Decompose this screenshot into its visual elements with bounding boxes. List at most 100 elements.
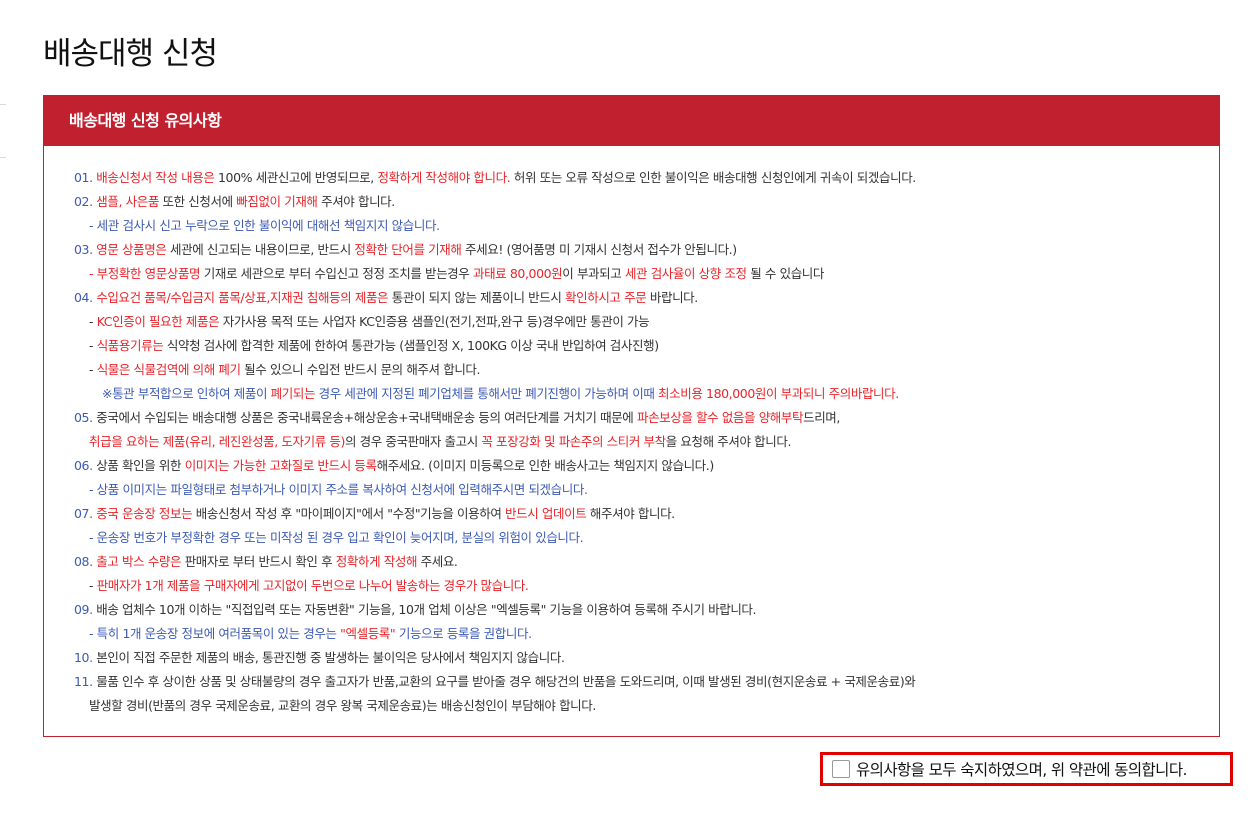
notice-text: 발생할 경비(반품의 경우 국제운송료, 교환의 경우 왕복 국제운송료)는 배… <box>89 698 596 713</box>
notice-text: 식약청 검사에 합격한 제품에 한하여 통관가능 (샘플인정 X, 100KG … <box>163 338 659 353</box>
notice-item-07-sub: - 운송장 번호가 부정확한 경우 또는 미작성 된 경우 입고 확인이 늦어지… <box>74 526 1219 550</box>
notice-text: 확인하시고 주문 <box>565 290 647 305</box>
notice-text: 과태료 80,000원 <box>472 266 563 281</box>
notice-text: - <box>89 578 97 593</box>
notice-item-06: 06. 상품 확인을 위한 이미지는 가능한 고화질로 반드시 등록해주세요. … <box>74 454 1219 478</box>
notice-text: 정확한 단어를 기재해 <box>354 242 462 257</box>
agree-label[interactable]: 유의사항을 모두 숙지하였으며, 위 약관에 동의합니다. <box>856 758 1187 780</box>
notice-text: 주세요. <box>417 554 458 569</box>
notice-text: - <box>89 362 97 377</box>
notice-text: 중국 운송장 정보는 <box>96 506 193 521</box>
notice-header: 배송대행 신청 유의사항 <box>44 96 1219 146</box>
notice-text: 의 경우 중국판매자 출고시 <box>344 434 482 449</box>
item-number: 09. <box>74 602 93 617</box>
notice-text: 식품용기류는 <box>96 338 164 353</box>
item-number: 08. <box>74 554 93 569</box>
item-number: 05. <box>74 410 93 425</box>
notice-item-04-sub2: - 식품용기류는 식약청 검사에 합격한 제품에 한하여 통관가능 (샘플인정 … <box>74 334 1219 358</box>
notice-text: "엑셀등록" <box>340 626 396 641</box>
notice-text: 영문 상품명은 <box>96 242 167 257</box>
notice-item-09-sub: - 특히 1개 운송장 정보에 여러품목이 있는 경우는 "엑셀등록" 기능으로… <box>74 622 1219 646</box>
notice-text: - 특히 1개 운송장 정보에 여러품목이 있는 경우는 <box>89 626 341 641</box>
notice-item-11-sub: 발생할 경비(반품의 경우 국제운송료, 교환의 경우 왕복 국제운송료)는 배… <box>74 694 1219 718</box>
notice-text: 경우 세관에 지정된 폐기업체를 통해서만 폐기진행이 가능하며 이때 <box>315 386 659 401</box>
item-number: 07. <box>74 506 93 521</box>
left-divider-mark <box>0 157 6 158</box>
notice-item-07: 07. 중국 운송장 정보는 배송신청서 작성 후 "마이페이지"에서 "수정"… <box>74 502 1219 526</box>
notice-text: 최소비용 180,000원이 부과되니 주의바랍니다. <box>658 386 899 401</box>
notice-text: 해주세요. (이미지 미등록으로 인한 배송사고는 책임지지 않습니다.) <box>376 458 715 473</box>
notice-text: - 세관 검사시 신고 누락으로 인한 불이익에 대해선 책임지지 않습니다. <box>89 218 440 233</box>
item-number: 11. <box>74 674 93 689</box>
notice-text: - 상품 이미지는 파일형태로 첨부하거나 이미지 주소를 복사하여 신청서에 … <box>89 482 588 497</box>
item-number: 03. <box>74 242 93 257</box>
notice-text: 판매자로 부터 반드시 확인 후 <box>181 554 336 569</box>
notice-text: - 부정확한 영문상품명 <box>89 266 201 281</box>
notice-item-08: 08. 출고 박스 수량은 판매자로 부터 반드시 확인 후 정확하게 작성해 … <box>74 550 1219 574</box>
notice-text: 이미지는 가능한 고화질로 반드시 등록 <box>184 458 377 473</box>
notice-item-06-sub: - 상품 이미지는 파일형태로 첨부하거나 이미지 주소를 복사하여 신청서에 … <box>74 478 1219 502</box>
notice-text: 통관이 되지 않는 제품이니 반드시 <box>388 290 566 305</box>
notice-item-09: 09. 배송 업체수 10개 이하는 "직접입력 또는 자동변환" 기능을, 1… <box>74 598 1219 622</box>
notice-text: 100% 세관신고에 반영되므로, <box>214 170 378 185</box>
notice-text: 이 부과되고 <box>562 266 625 281</box>
notice-text: 본인이 직접 주문한 제품의 배송, 통관진행 중 발생하는 불이익은 당사에서… <box>92 650 565 665</box>
notice-text: 물품 인수 후 상이한 상품 및 상태불량의 경우 출고자가 반품,교환의 요구… <box>92 674 916 689</box>
notice-text: 꼭 포장강화 및 파손주의 스티커 부착 <box>481 434 666 449</box>
agree-checkbox[interactable] <box>832 760 850 778</box>
notice-item-02: 02. 샘플, 사은품 또한 신청서에 빠짐없이 기재해 주셔야 합니다. <box>74 190 1219 214</box>
notice-text: 폐기되는 <box>270 386 316 401</box>
notice-item-03-sub: - 부정확한 영문상품명 기재로 세관으로 부터 수입신고 정정 조치를 받는경… <box>74 262 1219 286</box>
notice-text: 중국에서 수입되는 배송대행 상품은 중국내륙운송+해상운송+국내택배운송 등의… <box>92 410 637 425</box>
notice-text: 샘플, 사은품 <box>96 194 159 209</box>
notice-text: 주세요! (영어품명 미 기재시 신청서 접수가 안됩니다.) <box>461 242 737 257</box>
notice-item-04-sub1: - KC인증이 필요한 제품은 자가사용 목적 또는 사업자 KC인증용 샘플인… <box>74 310 1219 334</box>
notice-text: 정확하게 작성해야 합니다. <box>377 170 511 185</box>
notice-text: 상품 확인을 위한 <box>92 458 185 473</box>
notice-text: 을 요청해 주셔야 합니다. <box>665 434 792 449</box>
notice-text: 빠짐없이 기재해 <box>236 194 318 209</box>
notice-text: 바랍니다. <box>646 290 698 305</box>
item-number: 06. <box>74 458 93 473</box>
item-number: 02. <box>74 194 93 209</box>
item-number: 10. <box>74 650 93 665</box>
notice-text: KC인증이 필요한 제품은 <box>96 314 220 329</box>
notice-panel: 배송대행 신청 유의사항 01. 배송신청서 작성 내용은 100% 세관신고에… <box>43 95 1220 737</box>
notice-text: 수입요건 품목/수입금지 품목/상표,지재권 침해등의 제품은 <box>96 290 389 305</box>
notice-text: - <box>89 314 97 329</box>
notice-item-01: 01. 배송신청서 작성 내용은 100% 세관신고에 반영되므로, 정확하게 … <box>74 166 1219 190</box>
notice-item-04-sub4: ※통관 부적합으로 인하여 제품이 폐기되는 경우 세관에 지정된 폐기업체를 … <box>74 382 1219 406</box>
notice-text: 배송신청서 작성 후 "마이페이지"에서 "수정"기능을 이용하여 <box>192 506 506 521</box>
item-number: 04. <box>74 290 93 305</box>
notice-item-04-sub3: - 식물은 식물검역에 의해 폐기 될수 있으니 수입전 반드시 문의 해주셔 … <box>74 358 1219 382</box>
notice-text: 정확하게 작성해 <box>335 554 418 569</box>
notice-item-03: 03. 영문 상품명은 세관에 신고되는 내용이므로, 반드시 정확한 단어를 … <box>74 238 1219 262</box>
notice-text: 기재로 세관으로 부터 수입신고 정정 조치를 받는경우 <box>200 266 473 281</box>
notice-item-02-sub: - 세관 검사시 신고 누락으로 인한 불이익에 대해선 책임지지 않습니다. <box>74 214 1219 238</box>
left-divider-mark <box>0 104 6 105</box>
notice-text: - 운송장 번호가 부정확한 경우 또는 미작성 된 경우 입고 확인이 늦어지… <box>89 530 584 545</box>
notice-item-05-sub: 취급을 요하는 제품(유리, 레진완성품, 도자기류 등)의 경우 중국판매자 … <box>74 430 1219 454</box>
notice-text: 취급을 요하는 제품(유리, 레진완성품, 도자기류 등) <box>89 434 345 449</box>
item-number: 01. <box>74 170 93 185</box>
notice-item-10: 10. 본인이 직접 주문한 제품의 배송, 통관진행 중 발생하는 불이익은 … <box>74 646 1219 670</box>
page-title: 배송대행 신청 <box>43 36 218 72</box>
notice-text: 될 수 있습니다 <box>746 266 824 281</box>
notice-text: 판매자가 1개 제품을 구매자에게 고지없이 두번으로 나누어 발송하는 경우가… <box>96 578 529 593</box>
notice-text: 세관 검사율이 상향 조정 <box>624 266 747 281</box>
notice-text: 또한 신청서에 <box>158 194 237 209</box>
notice-text: 식물은 식물검역에 의해 폐기 <box>96 362 241 377</box>
notice-body: 01. 배송신청서 작성 내용은 100% 세관신고에 반영되므로, 정확하게 … <box>44 146 1219 718</box>
notice-item-11: 11. 물품 인수 후 상이한 상품 및 상태불량의 경우 출고자가 반품,교환… <box>74 670 1219 694</box>
agree-terms-highlight[interactable]: 유의사항을 모두 숙지하였으며, 위 약관에 동의합니다. <box>820 752 1233 786</box>
notice-text: 세관에 신고되는 내용이므로, 반드시 <box>166 242 355 257</box>
notice-item-08-sub: - 판매자가 1개 제품을 구매자에게 고지없이 두번으로 나누어 발송하는 경… <box>74 574 1219 598</box>
notice-item-04: 04. 수입요건 품목/수입금지 품목/상표,지재권 침해등의 제품은 통관이 … <box>74 286 1219 310</box>
notice-text: 주셔야 합니다. <box>317 194 395 209</box>
notice-text: ※통관 부적합으로 인하여 제품이 <box>102 386 271 401</box>
notice-text: 될수 있으니 수입전 반드시 문의 해주셔 합니다. <box>240 362 481 377</box>
notice-text: 파손보상을 할수 없음을 양해부탁 <box>636 410 804 425</box>
notice-text: 반드시 업데이트 <box>505 506 587 521</box>
notice-text: 허위 또는 오류 작성으로 인한 불이익은 배송대행 신청인에게 귀속이 되겠습… <box>510 170 916 185</box>
notice-text: - <box>89 338 97 353</box>
